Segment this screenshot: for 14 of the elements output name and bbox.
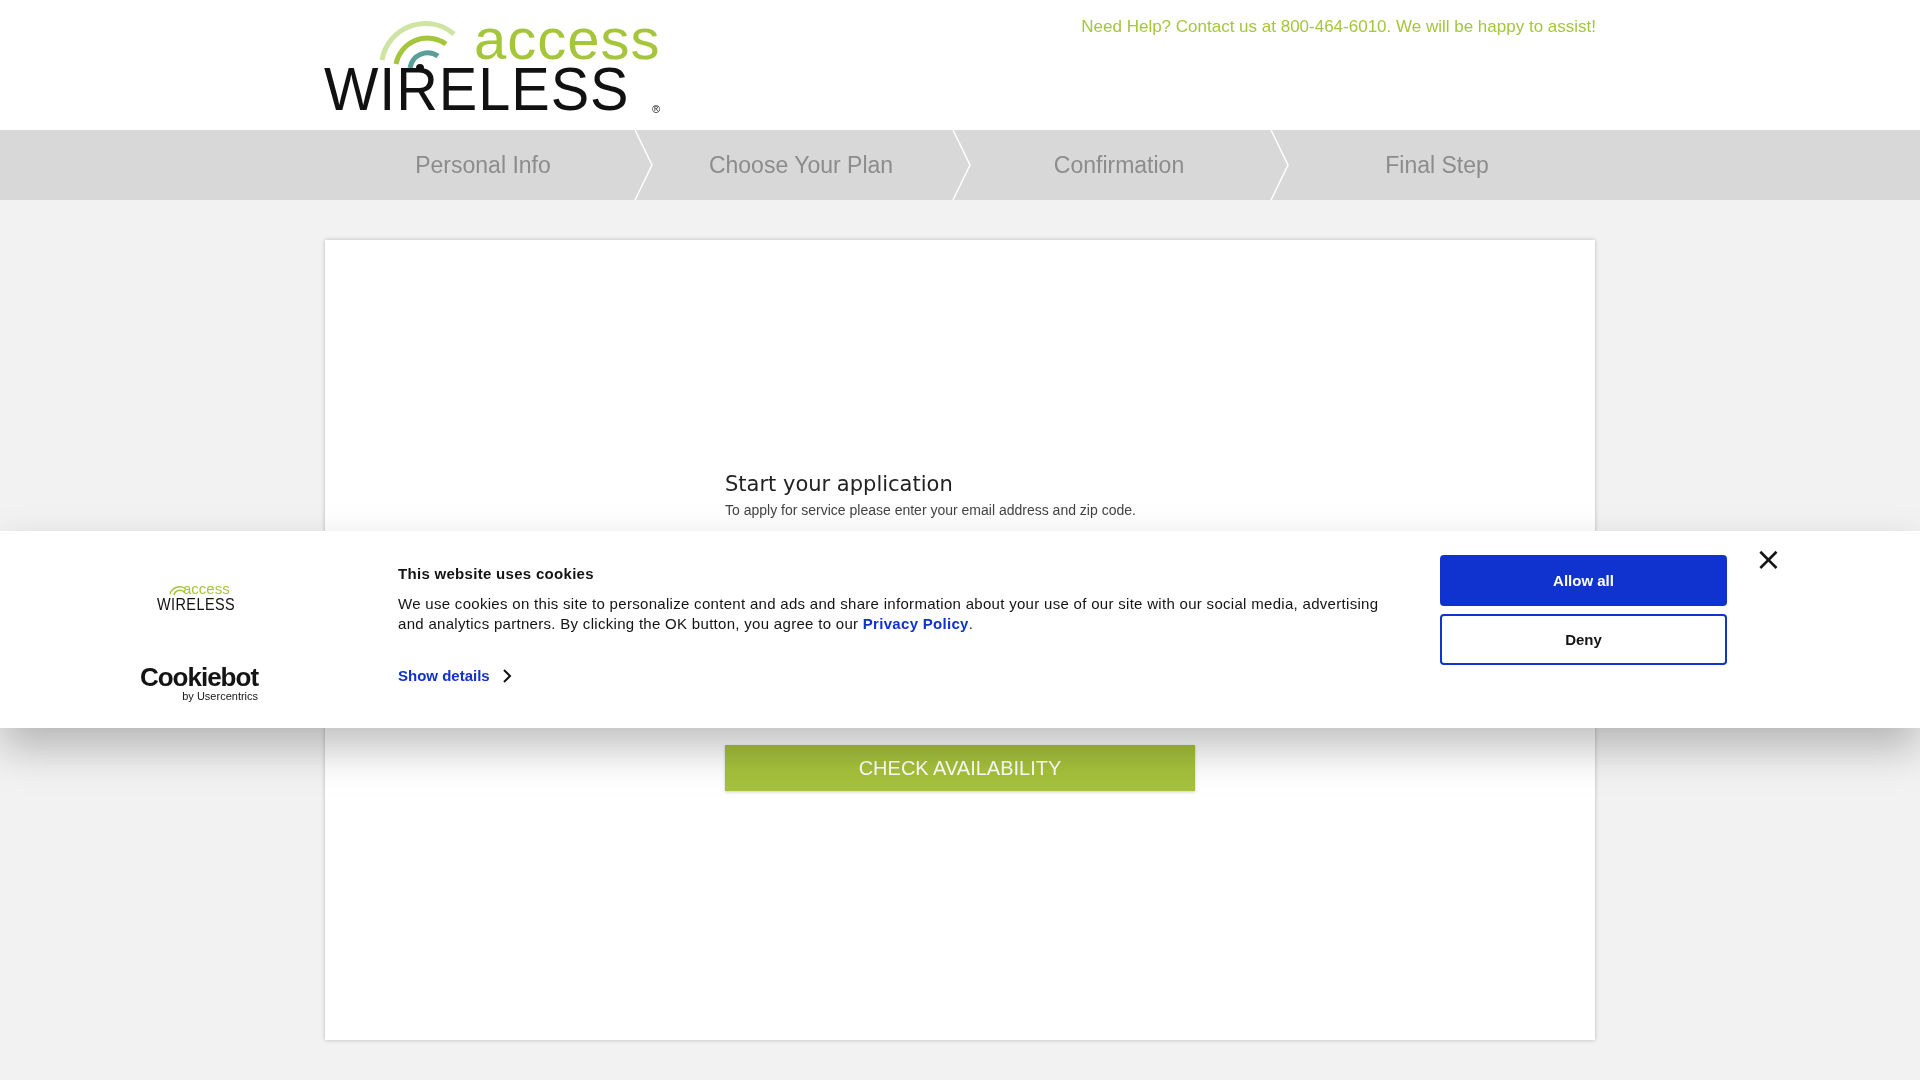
close-button[interactable]: × [1755, 545, 1782, 573]
cookie-title: This website uses cookies [398, 565, 595, 582]
help-text: Need Help? Contact us at 800-464-6010. We will be happy to assist! [1081, 17, 1596, 37]
privacy-policy-link[interactable]: Privacy Policy [862, 615, 969, 632]
cookiebot-logo[interactable]: Cookiebot by Usercentrics [139, 664, 259, 702]
logo[interactable]: access WIRELESS ® [324, 10, 669, 122]
brand-logo: access WIRELESS [157, 583, 237, 615]
form-title: Start your application [725, 472, 954, 496]
show-details-link[interactable]: Show details [398, 667, 512, 684]
form-instructions: To apply for service please enter your email address and zip code. [725, 502, 1137, 518]
allow-all-button[interactable]: Allow all [1440, 555, 1727, 606]
cookie-description: We use cookies on this site to personalize content and ads and share information about your use of our site with our social media, advertising and analytics partners. By clicking the OK button, you agree to our Privacy Policy. [398, 594, 1380, 634]
deny-button[interactable]: Deny [1440, 614, 1727, 665]
chevron-right-icon [501, 667, 512, 684]
